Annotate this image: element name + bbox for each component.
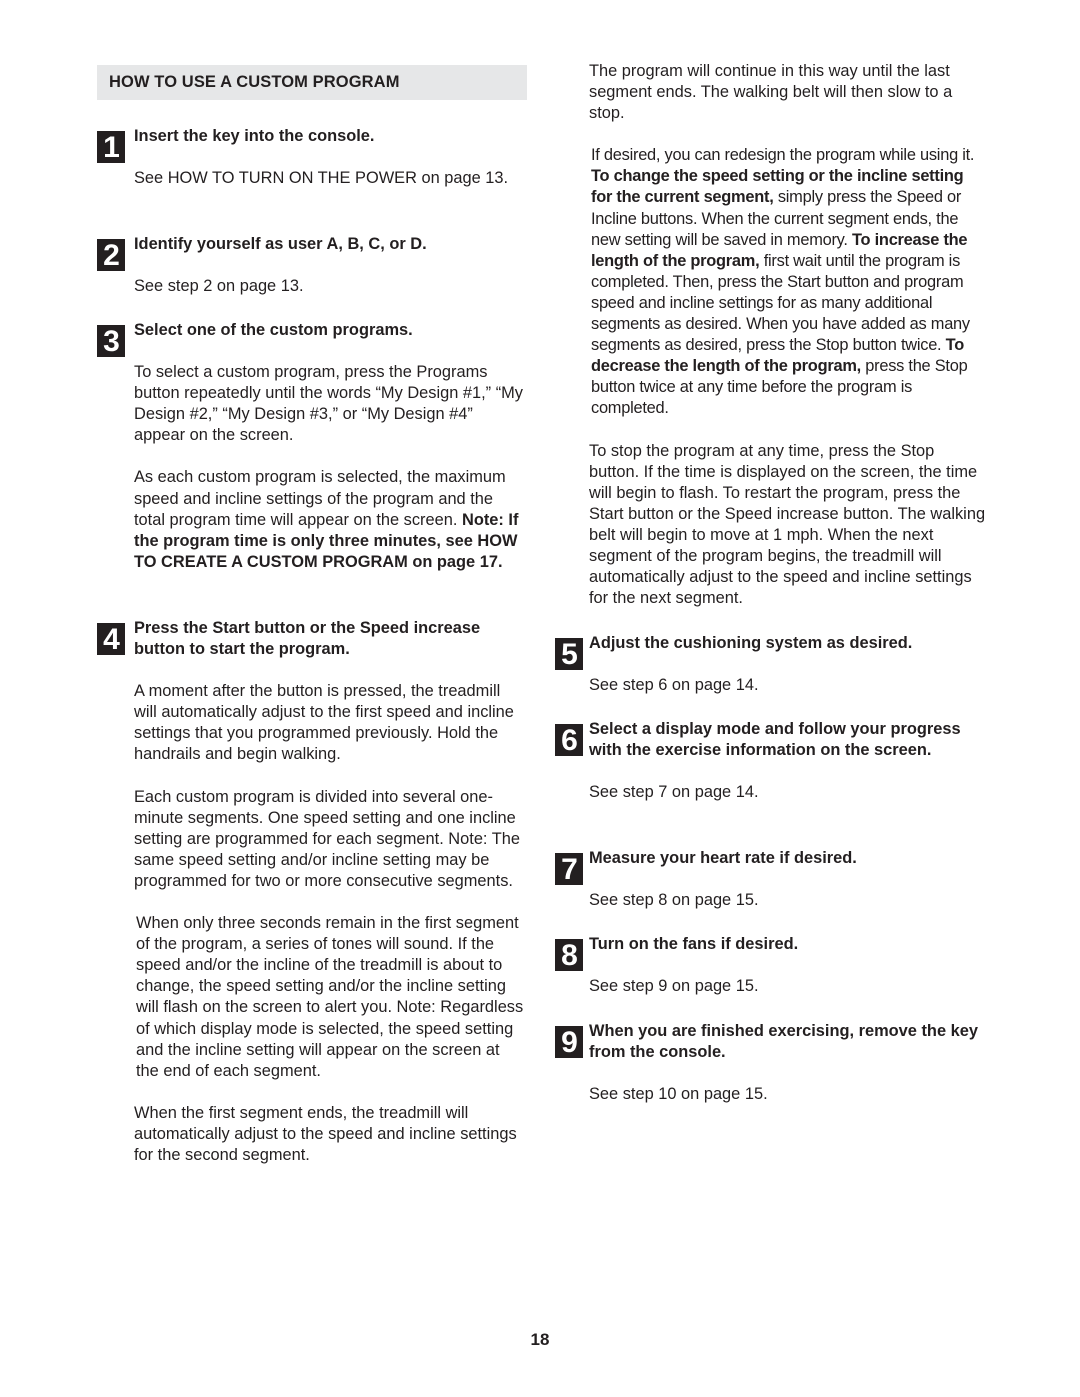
step-badge-1: 1	[97, 131, 125, 164]
step-paragraph: Each custom program is divided into seve…	[134, 787, 520, 890]
step-4-continued: The program will continue in this way un…	[589, 61, 987, 609]
step-badge-5: 5	[555, 638, 583, 671]
redesign-text: If desired, you can redesign the program…	[591, 146, 975, 165]
step-badge-6: 6	[555, 724, 583, 757]
step-2: Identify yourself as user A, B, C, or D.…	[134, 234, 529, 297]
step-title: Adjust the cushioning system as desired.	[589, 634, 913, 652]
step-badge-3: 3	[97, 325, 125, 358]
step-body: See step 10 on page 15.	[589, 1085, 768, 1104]
page-number: 18	[530, 1330, 550, 1349]
step-body: See step 2 on page 13.	[134, 277, 304, 296]
step-title: When you are finished exercising, remove…	[589, 1022, 978, 1062]
step-body: See HOW TO TURN ON THE POWER on page 13.	[134, 169, 509, 188]
step-1: Insert the key into the console. See HOW…	[134, 126, 529, 189]
step-body: See step 9 on page 15.	[589, 977, 759, 996]
step-badge-2: 2	[97, 239, 125, 272]
step-body: See step 6 on page 14.	[589, 676, 759, 695]
step-note-paragraph: As each custom program is selected, the …	[134, 467, 526, 572]
step-title: Insert the key into the console.	[134, 127, 375, 145]
redesign-paragraph: If desired, you can redesign the program…	[591, 145, 987, 419]
step-title: Select a display mode and follow your pr…	[589, 720, 961, 760]
step-badge-4: 4	[97, 623, 125, 656]
step-paragraph: A moment after the button is pressed, th…	[134, 682, 514, 764]
note-text: As each custom program is selected, the …	[134, 468, 506, 529]
step-title: Identify yourself as user A, B, C, or D.	[134, 235, 427, 253]
section-title: HOW TO USE A CUSTOM PROGRAM	[109, 73, 400, 91]
step-paragraph: The program will continue in this way un…	[589, 62, 953, 123]
section-header: HOW TO USE A CUSTOM PROGRAM	[97, 65, 527, 100]
step-body: To select a custom program, press the Pr…	[134, 363, 523, 445]
step-4: Press the Start button or the Speed incr…	[134, 618, 526, 1166]
step-paragraph: When the first segment ends, the treadmi…	[134, 1103, 517, 1164]
step-9: When you are finished exercising, remove…	[589, 1021, 984, 1105]
step-badge-7: 7	[555, 853, 583, 886]
step-body: See step 7 on page 14.	[589, 783, 759, 802]
step-5: Adjust the cushioning system as desired.…	[589, 633, 984, 696]
step-title: Turn on the fans if desired.	[589, 935, 799, 953]
step-badge-8: 8	[555, 939, 583, 972]
step-title: Press the Start button or the Speed incr…	[134, 619, 481, 659]
step-title: Select one of the custom programs.	[134, 321, 413, 339]
step-paragraph: When only three seconds remain in the fi…	[136, 914, 524, 1080]
step-badge-9: 9	[555, 1026, 583, 1059]
step-7: Measure your heart rate if desired. See …	[589, 848, 984, 911]
step-body: See step 8 on page 15.	[589, 891, 759, 910]
step-6: Select a display mode and follow your pr…	[589, 719, 984, 803]
step-8: Turn on the fans if desired. See step 9 …	[589, 934, 984, 997]
stop-paragraph: To stop the program at any time, press t…	[589, 441, 986, 608]
step-title: Measure your heart rate if desired.	[589, 849, 857, 867]
step-3: Select one of the custom programs. To se…	[134, 320, 526, 573]
